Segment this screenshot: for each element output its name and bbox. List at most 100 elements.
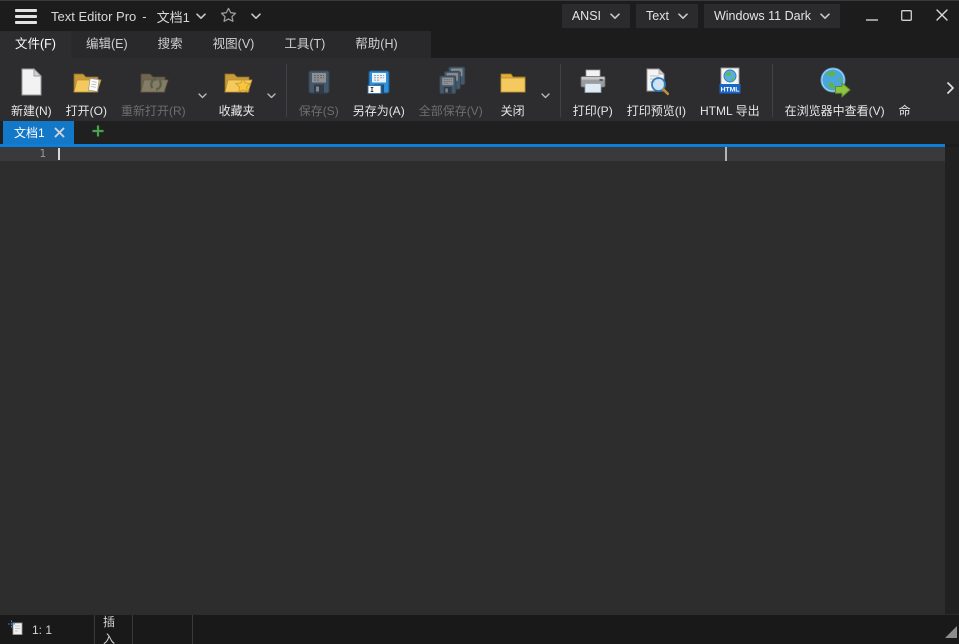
toolbar-favorites-dropdown[interactable] <box>262 87 281 102</box>
document-tab[interactable]: 文档1 <box>3 121 74 144</box>
editor-area[interactable]: 1 <box>0 147 959 614</box>
resize-grip-icon[interactable] <box>945 626 957 641</box>
caret-position-section: 1: 1 <box>0 615 95 644</box>
encoding-selector-label: ANSI <box>572 9 601 23</box>
menu-tab-search[interactable]: 搜索 <box>143 31 198 58</box>
window-buttons <box>854 2 959 31</box>
toolbar-reopen-button[interactable]: 重新打开(R) <box>114 61 193 119</box>
statusbar: 1: 1 插入 <box>0 614 959 644</box>
star-icon <box>220 7 237 26</box>
menu-tab-view[interactable]: 视图(V) <box>198 31 270 58</box>
hamburger-menu-icon <box>15 9 37 12</box>
toolbar-close-split: 关闭 <box>490 61 555 119</box>
encoding-selector[interactable]: ANSI <box>562 4 630 28</box>
right-margin-line <box>725 147 727 161</box>
toolbar-new-button[interactable]: 新建(N) <box>4 61 59 119</box>
theme-selector[interactable]: Windows 11 Dark <box>704 4 840 28</box>
titlebar: Text Editor Pro - 文档1 ANSI <box>0 1 959 31</box>
favorite-star-button[interactable] <box>216 5 241 28</box>
new-tab-plus-icon <box>91 124 105 141</box>
menu-tab-tools[interactable]: 工具(T) <box>269 31 340 58</box>
tab-close-icon[interactable] <box>54 127 65 138</box>
title-separator: - <box>142 9 146 24</box>
print-preview-icon <box>640 64 672 100</box>
chevron-right-icon <box>947 82 954 97</box>
toolbar: 新建(N) 打开(O) <box>0 58 959 121</box>
filetype-selector-label: Text <box>646 9 669 23</box>
save-all-floppy-icon <box>435 64 467 100</box>
toolbar-open-button[interactable]: 打开(O) <box>59 61 114 119</box>
toolbar-clipped-button[interactable]: 命 <box>892 61 918 119</box>
close-icon <box>936 9 948 24</box>
toolbar-separator <box>560 64 561 117</box>
toolbar-view-in-browser-button[interactable]: 在浏览器中查看(V) <box>778 61 892 119</box>
line-number: 1 <box>0 147 46 161</box>
toolbar-close-button[interactable]: 关闭 <box>490 61 536 119</box>
chevron-down-icon <box>198 87 207 102</box>
chevron-down-icon <box>267 87 276 102</box>
toolbar-favorites-button[interactable]: 收藏夹 <box>212 61 262 119</box>
chevron-down-icon <box>678 13 688 20</box>
chevron-down-icon <box>820 13 830 20</box>
svg-text:HTML: HTML <box>720 86 739 93</box>
toolbar-overflow-button[interactable] <box>947 82 954 97</box>
caret-position-value: 1: 1 <box>32 623 52 637</box>
chevron-down-icon <box>196 13 206 20</box>
minimize-button[interactable] <box>854 2 889 31</box>
theme-selector-label: Windows 11 Dark <box>714 9 811 23</box>
save-floppy-icon <box>303 64 335 100</box>
new-tab-button[interactable] <box>91 121 105 144</box>
menubar: 文件(F) 编辑(E) 搜索 视图(V) 工具(T) 帮助(H) <box>0 31 959 58</box>
toolbar-reopen-dropdown[interactable] <box>193 87 212 102</box>
maximize-button[interactable] <box>889 2 924 31</box>
toolbar-save-all-button[interactable]: 全部保存(V) <box>412 61 490 119</box>
app-title: Text Editor Pro <box>51 9 136 24</box>
chevron-down-icon <box>541 87 550 102</box>
browser-globe-icon <box>818 64 852 100</box>
titlebar-right: ANSI Text Windows 11 Dark <box>556 2 959 31</box>
app-window: Text Editor Pro - 文档1 ANSI <box>0 0 959 644</box>
toolbar-separator <box>772 64 773 117</box>
chevron-down-icon <box>610 13 620 20</box>
toolbar-separator <box>286 64 287 117</box>
vertical-scrollbar[interactable] <box>945 147 959 614</box>
toolbar-favorites-split: 收藏夹 <box>212 61 281 119</box>
document-selector[interactable]: 文档1 <box>153 5 210 28</box>
hamburger-menu-button[interactable] <box>15 9 37 24</box>
insert-mode-label: 插入 <box>103 613 124 644</box>
html-export-icon: HTML <box>714 64 746 100</box>
title-group: Text Editor Pro - 文档1 <box>51 5 265 28</box>
favorites-folder-icon <box>221 64 253 100</box>
minimize-icon <box>866 9 878 24</box>
document-tab-label: 文档1 <box>14 124 45 141</box>
insert-mode-section[interactable]: 插入 <box>95 615 133 644</box>
menu-strip: 文件(F) 编辑(E) 搜索 视图(V) 工具(T) 帮助(H) <box>0 31 431 58</box>
open-folder-icon <box>70 64 102 100</box>
statusbar-empty-section <box>133 615 193 644</box>
reopen-folder-icon <box>137 64 169 100</box>
toolbar-print-preview-button[interactable]: 打印预览(I) <box>620 61 693 119</box>
save-as-floppy-icon <box>363 64 395 100</box>
current-line-highlight: 1 <box>0 147 945 161</box>
printer-icon <box>577 64 609 100</box>
maximize-icon <box>901 9 912 24</box>
document-selector-label: 文档1 <box>157 7 190 26</box>
menu-tab-help[interactable]: 帮助(H) <box>340 31 412 58</box>
close-button[interactable] <box>924 2 959 31</box>
toolbar-save-button[interactable]: 保存(S) <box>292 61 346 119</box>
menu-tab-file[interactable]: 文件(F) <box>0 31 71 58</box>
statusbar-fill <box>193 615 959 644</box>
toolbar-reopen-split: 重新打开(R) <box>114 61 212 119</box>
toolbar-save-as-button[interactable]: 另存为(A) <box>346 61 412 119</box>
new-document-icon <box>15 64 47 100</box>
toolbar-close-dropdown[interactable] <box>536 87 555 102</box>
document-tabstrip: 文档1 <box>0 121 959 144</box>
filetype-selector[interactable]: Text <box>636 4 698 28</box>
menu-tab-edit[interactable]: 编辑(E) <box>71 31 143 58</box>
toolbar-print-button[interactable]: 打印(P) <box>566 61 620 119</box>
chevron-down-icon <box>251 13 261 20</box>
text-caret <box>58 148 60 160</box>
favorites-dropdown-button[interactable] <box>247 11 265 22</box>
caret-position-icon <box>8 620 24 639</box>
toolbar-html-export-button[interactable]: HTML HTML 导出 <box>693 61 767 119</box>
